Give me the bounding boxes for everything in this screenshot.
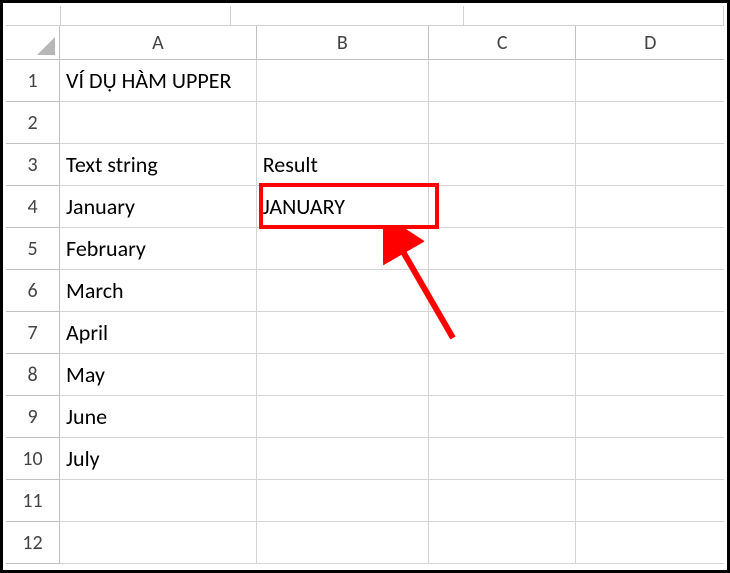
formula-sliver-2[interactable] (231, 6, 464, 25)
cell-B7[interactable] (257, 312, 429, 354)
cell-B11[interactable] (257, 480, 429, 522)
cell-C10[interactable] (429, 438, 577, 480)
formula-sliver-1[interactable] (61, 6, 231, 25)
row-header-2[interactable]: 2 (6, 102, 60, 144)
cell-D5[interactable] (576, 228, 724, 270)
cell-D6[interactable] (576, 270, 724, 312)
row-header-9[interactable]: 9 (6, 396, 60, 438)
cell-A3[interactable]: Text string (60, 144, 257, 186)
row-9: 9 June (6, 396, 724, 438)
cell-D2[interactable] (576, 102, 724, 144)
cell-B12[interactable] (257, 522, 429, 564)
cell-D8[interactable] (576, 354, 724, 396)
row-1: 1 VÍ DỤ HÀM UPPER (6, 60, 724, 102)
row-7: 7 April (6, 312, 724, 354)
select-all-icon (37, 37, 55, 55)
row-4: 4 January JANUARY (6, 186, 724, 228)
cell-A4[interactable]: January (60, 186, 257, 228)
cell-A9[interactable]: June (60, 396, 257, 438)
cell-A5[interactable]: February (60, 228, 257, 270)
cell-C6[interactable] (429, 270, 577, 312)
cell-C3[interactable] (429, 144, 577, 186)
cell-B6[interactable] (257, 270, 429, 312)
cell-C11[interactable] (429, 480, 577, 522)
formula-bar-sliver (6, 6, 724, 26)
row-11: 11 (6, 480, 724, 522)
row-header-11[interactable]: 11 (6, 480, 60, 522)
cell-D12[interactable] (576, 522, 724, 564)
row-header-12[interactable]: 12 (6, 522, 60, 564)
grid-rows: 1 VÍ DỤ HÀM UPPER 2 3 Text string Result (6, 60, 724, 564)
cell-D3[interactable] (576, 144, 724, 186)
cell-C2[interactable] (429, 102, 577, 144)
row-header-1[interactable]: 1 (6, 60, 60, 102)
cell-B5[interactable] (257, 228, 429, 270)
cell-D9[interactable] (576, 396, 724, 438)
row-2: 2 (6, 102, 724, 144)
cell-A12[interactable] (60, 522, 257, 564)
cell-C12[interactable] (429, 522, 577, 564)
cell-A6[interactable]: March (60, 270, 257, 312)
spreadsheet: A B C D 1 VÍ DỤ HÀM UPPER 2 3 Tex (6, 6, 724, 567)
row-12: 12 (6, 522, 724, 564)
row-8: 8 May (6, 354, 724, 396)
formula-sliver-3[interactable] (464, 6, 724, 25)
row-header-4[interactable]: 4 (6, 186, 60, 228)
namebox-sliver[interactable] (6, 6, 61, 25)
cell-B9[interactable] (257, 396, 429, 438)
cell-A7[interactable]: April (60, 312, 257, 354)
cell-A2[interactable] (60, 102, 257, 144)
row-header-7[interactable]: 7 (6, 312, 60, 354)
row-header-6[interactable]: 6 (6, 270, 60, 312)
spreadsheet-frame: A B C D 1 VÍ DỤ HÀM UPPER 2 3 Tex (0, 0, 730, 573)
column-header-C[interactable]: C (429, 26, 577, 59)
row-header-3[interactable]: 3 (6, 144, 60, 186)
cell-A11[interactable] (60, 480, 257, 522)
row-header-5[interactable]: 5 (6, 228, 60, 270)
column-header-row: A B C D (6, 26, 724, 60)
cell-B4[interactable]: JANUARY (257, 186, 429, 228)
cell-C1[interactable] (429, 60, 577, 102)
cell-A10[interactable]: July (60, 438, 257, 480)
cell-D7[interactable] (576, 312, 724, 354)
cell-D4[interactable] (576, 186, 724, 228)
row-header-10[interactable]: 10 (6, 438, 60, 480)
select-all-button[interactable] (6, 26, 60, 59)
cell-C7[interactable] (429, 312, 577, 354)
column-header-B[interactable]: B (257, 26, 429, 59)
column-header-D[interactable]: D (576, 26, 724, 59)
cell-B3[interactable]: Result (257, 144, 429, 186)
cell-C9[interactable] (429, 396, 577, 438)
cell-A8[interactable]: May (60, 354, 257, 396)
row-header-8[interactable]: 8 (6, 354, 60, 396)
cell-B8[interactable] (257, 354, 429, 396)
cell-C4[interactable] (429, 186, 577, 228)
row-6: 6 March (6, 270, 724, 312)
cell-B2[interactable] (257, 102, 429, 144)
cell-C5[interactable] (429, 228, 577, 270)
cell-B10[interactable] (257, 438, 429, 480)
row-3: 3 Text string Result (6, 144, 724, 186)
cell-A1[interactable]: VÍ DỤ HÀM UPPER (60, 60, 257, 102)
cell-D1[interactable] (576, 60, 724, 102)
column-header-A[interactable]: A (60, 26, 257, 59)
row-5: 5 February (6, 228, 724, 270)
cell-D10[interactable] (576, 438, 724, 480)
cell-B1[interactable] (257, 60, 429, 102)
cell-C8[interactable] (429, 354, 577, 396)
row-10: 10 July (6, 438, 724, 480)
cell-D11[interactable] (576, 480, 724, 522)
